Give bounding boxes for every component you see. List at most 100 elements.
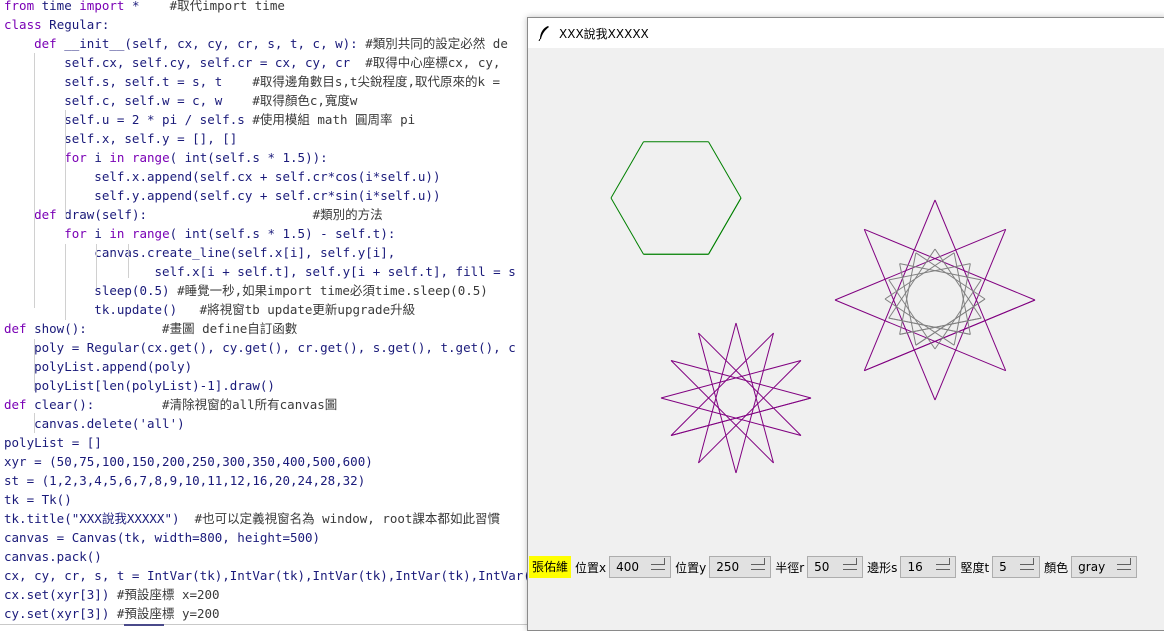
code-token: tk = Tk() <box>4 492 72 507</box>
code-line: self.c, self.w = c, w #取得顏色c,寬度w <box>4 91 357 110</box>
code-token: clear(): <box>26 397 163 412</box>
color-value: gray <box>1078 560 1106 574</box>
pos-x-select[interactable]: 400 <box>609 556 672 578</box>
code-token: from <box>4 0 35 13</box>
indent-guide <box>34 204 35 308</box>
dropdown-indicator-icon <box>651 558 666 570</box>
code-line: self.x[i + self.t], self.y[i + self.t], … <box>4 262 516 281</box>
drawing-canvas[interactable] <box>528 48 1164 553</box>
radius-select[interactable]: 50 <box>807 556 864 578</box>
purple-star-12 <box>660 322 812 474</box>
sides-select[interactable]: 16 <box>900 556 957 578</box>
dropdown-indicator-icon <box>1117 558 1132 570</box>
indent-guide <box>96 244 97 288</box>
code-token: cx, cy, cr, s, t = IntVar(tk),IntVar(tk)… <box>4 568 554 583</box>
code-token: st = (1,2,3,4,5,6,7,8,9,10,11,12,16,20,2… <box>4 473 366 488</box>
shape-line <box>934 229 1007 401</box>
code-token: polyList = [] <box>4 435 102 450</box>
shape-line <box>610 197 644 255</box>
green-hexagon <box>610 141 742 255</box>
code-token: time <box>34 0 80 13</box>
code-token: def <box>4 397 27 412</box>
color-label: 顏色 <box>1044 560 1069 575</box>
code-token: for <box>64 150 87 165</box>
code-token: self.s, self.t = s, t <box>4 74 253 89</box>
code-line: tk.title("XXX說我XXXXX") #也可以定義視窗名為 window… <box>4 509 500 528</box>
shapes-svg <box>610 141 1036 474</box>
code-token: draw(self): <box>56 207 313 222</box>
code-token: range <box>131 226 170 241</box>
code-token: #取代import time <box>169 0 285 13</box>
code-token: Regular: <box>41 17 110 32</box>
code-line: cy.set(xyr[3]) #預設座標 y=200 <box>4 604 220 623</box>
code-token: #使用模組 math 圓周率 pi <box>252 112 416 127</box>
shape-line <box>708 141 742 199</box>
shape-line <box>888 248 936 319</box>
dropdown-indicator-icon <box>843 558 858 570</box>
shape-line <box>934 279 982 350</box>
code-token: class <box>4 17 42 32</box>
code-token: ( int(self.s * 1.5) - self.t): <box>169 226 396 241</box>
pos-y-select[interactable]: 250 <box>709 556 772 578</box>
code-token: import <box>79 0 125 13</box>
code-token: in <box>109 226 125 241</box>
code-token: tk.title("XXX說我XXXXX") <box>4 511 195 526</box>
code-line: xyr = (50,75,100,150,200,250,300,350,400… <box>4 452 373 471</box>
name-button[interactable]: 張佑維 <box>529 556 572 578</box>
code-token: #清除視窗的all所有canvas圖 <box>162 397 338 412</box>
indent-guide <box>65 282 66 320</box>
shape-line <box>864 228 1036 301</box>
code-token: #預設座標 x=200 <box>116 587 220 602</box>
shape-line <box>915 298 986 346</box>
shape-line <box>863 199 936 371</box>
pos-x-value: 400 <box>616 560 640 574</box>
code-token: canvas = Canvas(tk, width=800, height=50… <box>4 530 321 545</box>
pos-x-label: 位置x <box>575 560 607 575</box>
indent-guide <box>34 413 35 433</box>
shape-line <box>834 299 1006 372</box>
code-token: #取得中心座標cx, cy, <box>365 55 501 70</box>
color-select[interactable]: gray <box>1071 556 1138 578</box>
code-token: cy.set(xyr[3]) <box>4 606 117 621</box>
shape-line <box>610 141 644 199</box>
code-token: self.y.append(self.cy + self.cr*sin(i*se… <box>4 188 441 203</box>
code-line: canvas.create_line(self.x[i], self.y[i], <box>4 243 395 262</box>
controls-bar: 張佑維 位置x 400 位置y 250 半徑r 50 邊形s 16 堅度t 5 … <box>528 554 1164 580</box>
shape-line <box>864 299 1036 372</box>
radius-label: 半徑r <box>775 560 805 575</box>
tk-window[interactable]: XXX說我XXXXX 張佑維 位置x 400 位置y 250 半徑r 50 邊形… <box>527 17 1164 631</box>
sides-label: 邊形s <box>867 560 898 575</box>
shape-line <box>708 197 742 255</box>
code-token: #取得顏色c,寬度w <box>252 93 358 108</box>
code-line: self.cx, self.cy, self.cr = cx, cy, cr #… <box>4 53 500 72</box>
code-token: self.x.append(self.cx + self.cr*cos(i*se… <box>4 169 441 184</box>
code-token: #將視窗tb update更新upgrade升級 <box>199 302 416 317</box>
code-line: sleep(0.5) #睡覺一秒,如果import time必須time.sle… <box>4 281 488 300</box>
code-line: from time import * #取代import time <box>4 0 285 15</box>
shape-line <box>884 298 955 346</box>
code-token: xyr = (50,75,100,150,200,250,300,350,400… <box>4 454 373 469</box>
pos-y-label: 位置y <box>675 560 707 575</box>
sharpness-select[interactable]: 5 <box>992 556 1041 578</box>
code-token: #預設座標 y=200 <box>116 606 220 621</box>
code-token: sleep(0.5) <box>4 283 178 298</box>
code-token: #睡覺一秒,如果import time必須time.sleep(0.5) <box>177 283 488 298</box>
code-line: def draw(self): #類別的方法 <box>4 205 383 224</box>
code-line: tk = Tk() <box>4 490 72 509</box>
editor-cursor <box>124 624 164 626</box>
shape-line <box>934 248 982 319</box>
code-token: def <box>34 207 57 222</box>
code-line: self.y.append(self.cy + self.cr*sin(i*se… <box>4 186 441 205</box>
code-line: def __init__(self, cx, cy, cr, s, t, c, … <box>4 34 508 53</box>
code-token: def <box>4 321 27 336</box>
code-line: poly = Regular(cx.get(), cy.get(), cr.ge… <box>4 338 516 357</box>
window-titlebar[interactable]: XXX說我XXXXX <box>528 18 1164 48</box>
code-line: st = (1,2,3,4,5,6,7,8,9,10,11,12,16,20,2… <box>4 471 365 490</box>
code-token: self.cx, self.cy, self.cr = cx, cy, cr <box>4 55 366 70</box>
code-token: def <box>34 36 57 51</box>
indent-guide <box>128 244 129 278</box>
code-token: #類別的方法 <box>312 207 383 222</box>
indent-guide <box>34 339 35 391</box>
window-title: XXX說我XXXXX <box>559 26 649 41</box>
